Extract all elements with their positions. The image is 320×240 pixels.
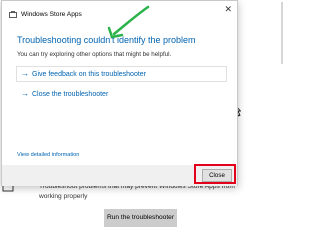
- store-app-icon: [9, 11, 17, 18]
- arrow-right-icon: →: [21, 69, 29, 78]
- red-highlight-box: [194, 164, 236, 184]
- scrollbar[interactable]: [281, 2, 283, 64]
- dialog-title: Windows Store Apps: [21, 11, 82, 18]
- run-troubleshooter-button[interactable]: Run the troubleshooter: [104, 209, 177, 227]
- close-troubleshooter-option[interactable]: → Close the troubleshooter: [16, 86, 227, 102]
- arrow-right-icon: →: [21, 89, 29, 98]
- give-feedback-option[interactable]: → Give feedback on this troubleshooter: [16, 66, 227, 82]
- give-feedback-label: Give feedback on this troubleshooter: [32, 71, 147, 78]
- view-detailed-info-link[interactable]: View detailed information: [17, 152, 79, 159]
- green-annotation-arrow-icon: [107, 5, 150, 39]
- dialog-subtext: You can try exploring other options that…: [17, 51, 172, 58]
- close-icon[interactable]: ✕: [224, 4, 232, 14]
- close-troubleshooter-label: Close the troubleshooter: [32, 91, 109, 98]
